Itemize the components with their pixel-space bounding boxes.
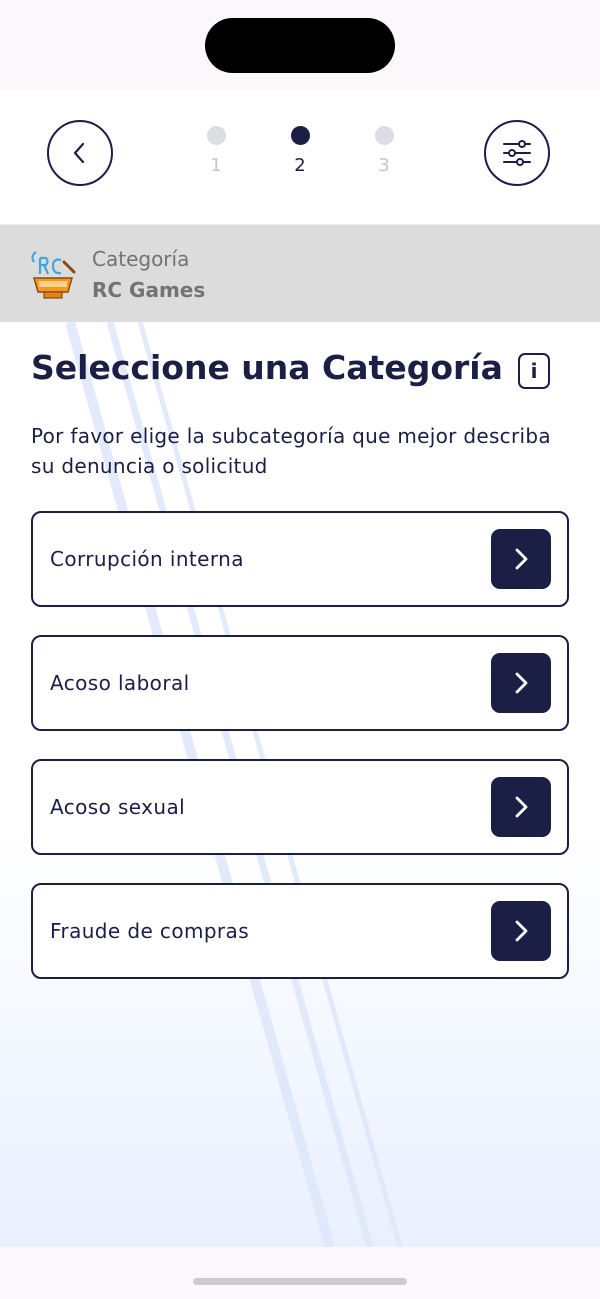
subcategory-label: Fraude de compras [50,919,250,943]
filter-button[interactable] [484,120,550,186]
subcategory-list: Corrupción interna Acoso laboral Acoso s… [31,511,569,1007]
subcategory-label: Acoso sexual [50,795,186,819]
category-label: Categoría [92,247,190,271]
step-dot [374,126,394,145]
step-dot [290,126,310,145]
page-title: Seleccione una Categoría [31,348,503,387]
chevron-right-button[interactable] [491,653,551,713]
subcategory-option[interactable]: Fraude de compras [31,883,569,979]
subcategory-label: Acoso laboral [50,671,190,695]
category-bar: Categoría RC Games [0,224,600,322]
step-number: 1 [210,155,222,176]
back-button[interactable] [47,120,113,186]
chevron-right-icon [515,672,528,694]
chevron-right-icon [515,920,528,942]
chevron-right-icon [515,796,528,818]
subcategory-option[interactable]: Acoso laboral [31,635,569,731]
step-1: 1 [196,126,236,176]
sliders-icon [503,140,531,166]
dynamic-island [205,18,395,73]
subcategory-label: Corrupción interna [50,547,244,571]
chevron-right-button[interactable] [491,901,551,961]
page-description: Por favor elige la subcategoría que mejo… [31,424,551,478]
chevron-right-button[interactable] [491,529,551,589]
step-number: 3 [378,155,390,176]
category-value: RC Games [92,278,206,302]
step-dot [206,126,226,145]
home-indicator[interactable] [193,1278,407,1285]
step-2: 2 [280,126,320,176]
bottom-safe-area [0,1247,600,1299]
status-bar-area [0,0,600,90]
info-button[interactable]: i [518,353,550,389]
rc-games-logo [31,251,76,299]
subcategory-option[interactable]: Acoso sexual [31,759,569,855]
header: 1 2 3 [0,90,600,222]
chevron-left-icon [73,142,85,164]
subcategory-option[interactable]: Corrupción interna [31,511,569,607]
chevron-right-icon [515,548,528,570]
chevron-right-button[interactable] [491,777,551,837]
info-icon: i [530,359,538,383]
step-number: 2 [294,155,306,176]
step-3: 3 [364,126,404,176]
stepper: 1 2 3 [196,126,406,186]
